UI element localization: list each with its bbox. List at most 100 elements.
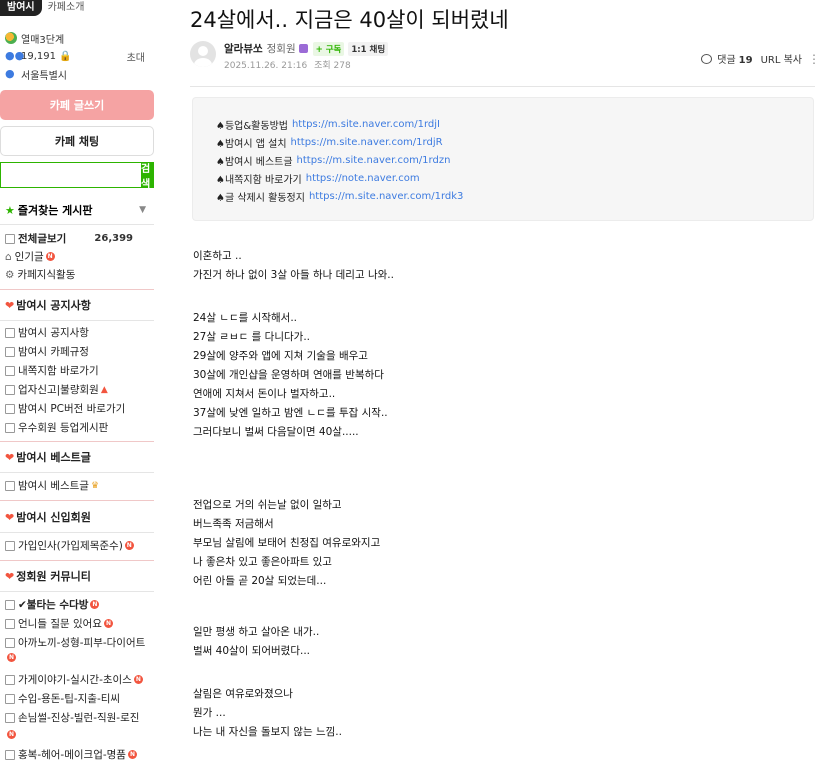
body-line: 그러다보니 벌써 다음달이면 40살..... [193,426,359,438]
board-icon [5,365,15,376]
post-actions: 댓글 19 URL 복사 ⋮ [701,51,820,66]
comment-link[interactable]: 댓글 19 [717,51,752,66]
menu-guest-stories[interactable]: 손님썰-진상-빌런-직원-로진 [5,709,155,726]
notice-link[interactable]: https://note.naver.com [306,173,420,184]
notice-line: ♠내쪽지함 바로가기 https://note.naver.com [216,169,813,187]
menu-report[interactable]: 업자신고|불량회원 ▲ [5,381,155,398]
author-name[interactable]: 알라뷰쏘 [224,41,263,56]
body-line: 연애에 지쳐서 돈이나 벌자하고.. [193,388,336,400]
new-badge: N [127,750,137,759]
author-row: 알라뷰쏘 정회원 + 구독 1:1 채팅 2025.11.26. 21:16 조… [190,41,820,75]
menu-upgrade[interactable]: 우수회원 등업게시판 [5,419,155,436]
board-icon [5,233,15,244]
notice-link[interactable]: https://m.site.naver.com/1rdjR [291,137,443,148]
comment-icon [701,53,713,64]
search-input[interactable] [0,162,141,188]
avatar[interactable] [190,41,216,67]
menu-questions[interactable]: 언니들 질문 있어요 N [5,615,155,632]
favorites-label: 즐겨찾는 게시판 [17,204,93,217]
cafe-chat-button[interactable]: 카페 채팅 [0,126,154,156]
board-icon [5,712,15,723]
menu-popular[interactable]: ⌂ 인기글 N [5,248,155,265]
cafe-search: 검색 [0,162,154,190]
menu-all-posts[interactable]: 전체글보기 26,399 [5,230,155,247]
warning-icon: ▲ [100,384,108,395]
notice-link[interactable]: https://m.site.naver.com/1rdjI [292,119,440,130]
url-copy-button[interactable]: URL 복사 [761,51,802,66]
menu-label: 업자신고|불량회원 [18,384,99,396]
notice-label: ♠밤여시 앱 설치 [216,138,287,150]
body-line: 나는 내 자신을 돌보지 않는 느낌.. [193,726,342,738]
menu-beauty[interactable]: 아까노끼-성형-피부-다이어트 [5,634,155,651]
one-on-one-chat-button[interactable]: 1:1 채팅 [348,41,389,56]
more-options-icon[interactable]: ⋮ [808,52,820,66]
section-newcomers: ❤ 밤여시 신입회원 [5,508,155,526]
menu-pc-version[interactable]: 밤여시 PC버전 바로가기 [5,400,155,417]
new-badge: N [45,252,55,261]
section-title: 밤여시 공지사항 [16,299,91,312]
menu-label: 손님썰-진상-빌런-직원-로진 [18,712,140,724]
menu-chatroom[interactable]: ✔불타는 수다방 N [5,596,155,613]
notice-line: ♠글 삭제시 활동정지 https://m.site.naver.com/1rdk… [216,187,813,205]
menu-greetings[interactable]: 가입인사(가입제목준수) N [5,537,155,554]
cafe-level: 열매3단계 [5,30,155,46]
cafe-location: ● 서울특별시 [5,66,155,82]
divider [0,560,154,561]
post-meta: 2025.11.26. 21:16 조회 278 [224,58,351,71]
menu-label: 홍복-헤어-메이크업-명품 [18,749,126,761]
menu-income[interactable]: 수입-용돈-팁-지출-티씨 [5,690,155,707]
menu-label: 인기글 [14,251,44,263]
heart-icon: ❤ [5,298,15,312]
level-label[interactable]: 열매3단계 [21,31,64,46]
write-post-button[interactable]: 카페 글쓰기 [0,90,154,120]
comment-count: 19 [738,55,753,66]
notice-link[interactable]: https://m.site.naver.com/1rdk3 [309,191,463,202]
divider [0,224,154,225]
menu-inbox[interactable]: 내쪽지함 바로가기 [5,362,155,379]
board-icon [5,327,15,338]
divider [0,289,154,290]
body-line: 뭔가 ... [193,707,226,719]
favorites-toggle[interactable]: ★ 즐겨찾는 게시판 ▼ [5,201,150,219]
chevron-down-icon: ▼ [139,205,146,215]
notice-label: ♠글 삭제시 활동정지 [216,192,305,204]
menu-notice[interactable]: 밤여시 공지사항 [5,324,155,341]
members-icon: ●● [5,49,25,62]
menu-label: 밤여시 공지사항 [18,327,89,339]
divider [0,320,154,321]
members-count[interactable]: 19,191 [21,51,56,62]
menu-fashion[interactable]: 홍복-헤어-메이크업-명품 N [5,746,155,763]
board-icon [5,384,15,395]
menu-rules[interactable]: 밤여시 카페규정 [5,343,155,360]
search-button[interactable]: 검색 [141,162,154,190]
location-label: 서울특별시 [21,70,67,82]
post-date: 2025.11.26. 21:16 [224,61,308,71]
popular-icon: ⌂ [5,250,12,263]
notice-link[interactable]: https://m.site.naver.com/1rdzn [297,155,451,166]
menu-knowledge[interactable]: ⚙ 카페지식활동 [5,266,155,283]
divider [0,441,154,442]
cafe-header: 밤여시 카페소개 [0,0,84,16]
post-view: 24살에서.. 지금은 40살이 되버렸네 알라뷰쏘 정회원 + 구독 1:1 … [190,0,830,769]
crown-icon: ♛ [90,480,100,491]
menu-best[interactable]: 밤여시 베스트글 ♛ [5,477,155,494]
cafe-intro-link[interactable]: 카페소개 [48,0,85,13]
menu-label: 가게이야기-실시간-초이스 [18,674,132,686]
divider [190,86,815,87]
divider [0,532,154,533]
cafe-logo[interactable]: 밤여시 [0,0,42,16]
board-icon [5,693,15,704]
comment-label: 댓글 [717,55,736,66]
divider [0,472,154,473]
body-line: 24살 ㄴㄷ를 시작해서.. [193,312,297,324]
post-title: 24살에서.. 지금은 40살이 되버렸네 [190,8,509,32]
notice-label: ♠등업&활동방법 [216,120,288,132]
board-icon [5,599,15,610]
body-line: 가진거 하나 없이 3살 아들 하나 데리고 나와.. [193,269,394,281]
menu-store-talk[interactable]: 가게이야기-실시간-초이스 N [5,671,155,688]
follow-button[interactable]: + 구독 [312,41,345,56]
board-icon [5,540,15,551]
board-icon [5,422,15,433]
invite-link[interactable]: 초대 [127,49,145,64]
notice-line: ♠밤여시 앱 설치 https://m.site.naver.com/1rdjR [216,133,813,151]
